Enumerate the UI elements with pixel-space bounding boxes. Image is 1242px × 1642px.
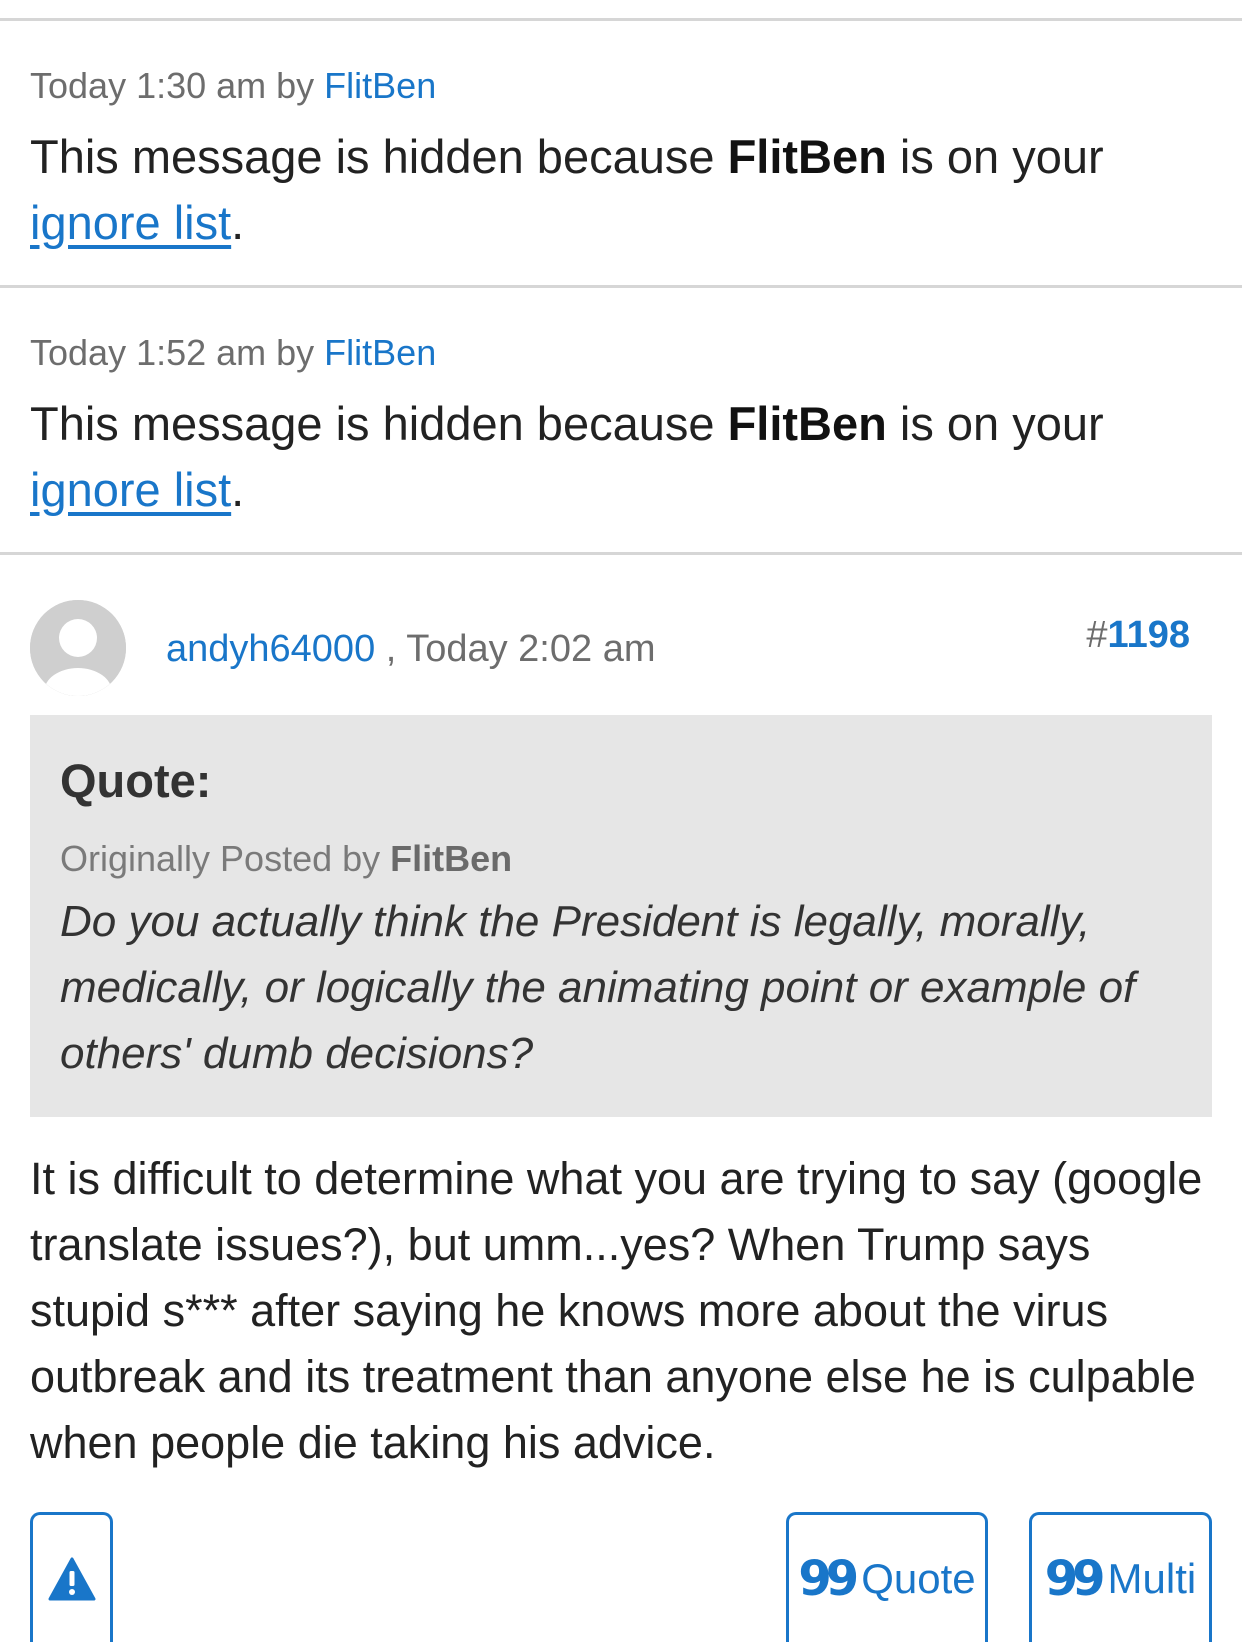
report-button[interactable] bbox=[30, 1512, 113, 1642]
author-link[interactable]: FlitBen bbox=[324, 332, 436, 373]
quote-author: FlitBen bbox=[390, 838, 513, 879]
quote-origin: Originally Posted by FlitBen bbox=[60, 837, 1182, 881]
author-link[interactable]: FlitBen bbox=[324, 65, 436, 106]
quote-button[interactable]: 99 Quote bbox=[786, 1512, 988, 1642]
post-divider bbox=[0, 285, 1242, 288]
quote-marks-icon: 99 bbox=[798, 1550, 859, 1607]
hidden-message-text: This message is hidden because bbox=[30, 397, 728, 450]
hidden-message: This message is hidden because FlitBen i… bbox=[30, 391, 1210, 523]
hidden-message-text: is on your bbox=[886, 130, 1104, 183]
post-divider bbox=[0, 552, 1242, 555]
quote-text: Do you actually think the President is l… bbox=[60, 897, 1136, 1078]
post-header: andyh64000 , Today 2:02 am bbox=[166, 626, 655, 672]
hidden-message: This message is hidden because FlitBen i… bbox=[30, 124, 1210, 256]
hidden-post: Today 1:30 am by FlitBen This message is… bbox=[30, 64, 1210, 256]
avatar[interactable] bbox=[30, 600, 126, 696]
punctuation: . bbox=[231, 463, 245, 516]
quote-marks-icon: 99 bbox=[1044, 1550, 1106, 1607]
hidden-post: Today 1:52 am by FlitBen This message is… bbox=[30, 331, 1210, 523]
default-avatar-icon bbox=[30, 600, 126, 696]
quote-origin-label: Originally Posted by bbox=[60, 838, 391, 879]
multi-quote-button[interactable]: 99 Multi bbox=[1029, 1512, 1212, 1642]
warning-icon bbox=[48, 1557, 95, 1600]
multi-button-label: Multi bbox=[1107, 1554, 1197, 1602]
hidden-message-text: This message is hidden because bbox=[30, 130, 728, 183]
post-body: It is difficult to determine what you ar… bbox=[30, 1153, 1203, 1468]
post-time: Today 1:30 am by bbox=[30, 65, 325, 106]
post-time: Today 1:52 am by bbox=[30, 332, 325, 373]
ignore-list-link[interactable]: ignore list bbox=[30, 463, 231, 516]
quote-title: Quote: bbox=[60, 754, 212, 807]
hidden-message-text: is on your bbox=[886, 397, 1104, 450]
quote-block: Quote: Originally Posted by FlitBen Do y… bbox=[30, 715, 1212, 1117]
hash-symbol: # bbox=[1086, 614, 1108, 656]
post-author-link[interactable]: andyh64000 bbox=[166, 628, 375, 670]
ignore-list-link[interactable]: ignore list bbox=[30, 196, 231, 249]
ignored-username: FlitBen bbox=[727, 397, 887, 450]
post-number-link[interactable]: #1198 bbox=[1086, 612, 1190, 658]
ignored-username: FlitBen bbox=[727, 130, 887, 183]
top-divider bbox=[0, 18, 1242, 21]
post-timestamp: Today 2:02 am bbox=[406, 628, 656, 670]
post-number: 1198 bbox=[1107, 614, 1190, 656]
separator: , bbox=[375, 628, 407, 670]
quote-button-label: Quote bbox=[861, 1554, 976, 1602]
punctuation: . bbox=[231, 196, 245, 249]
post-meta: Today 1:30 am by FlitBen bbox=[30, 64, 1210, 108]
post-meta: Today 1:52 am by FlitBen bbox=[30, 331, 1210, 375]
